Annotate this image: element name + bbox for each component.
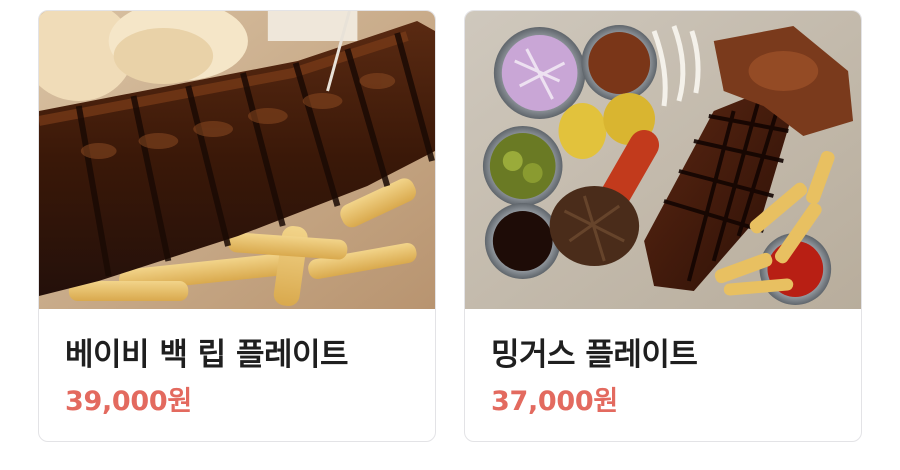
menu-photo-baby-back-rib: [39, 11, 435, 309]
menu-photo-mingus-plate: [465, 11, 861, 309]
menu-item-price: 39,000원: [65, 386, 192, 417]
menu-card-baby-back-rib[interactable]: 베이비 백 립 플레이트 39,000원: [38, 10, 436, 442]
menu-item-name: 베이비 백 립 플레이트: [65, 337, 349, 373]
menu-item-name: 밍거스 플레이트: [491, 337, 698, 373]
menu-card-mingus-plate[interactable]: 밍거스 플레이트 37,000원: [464, 10, 862, 442]
menu-item-price: 37,000원: [491, 386, 618, 417]
